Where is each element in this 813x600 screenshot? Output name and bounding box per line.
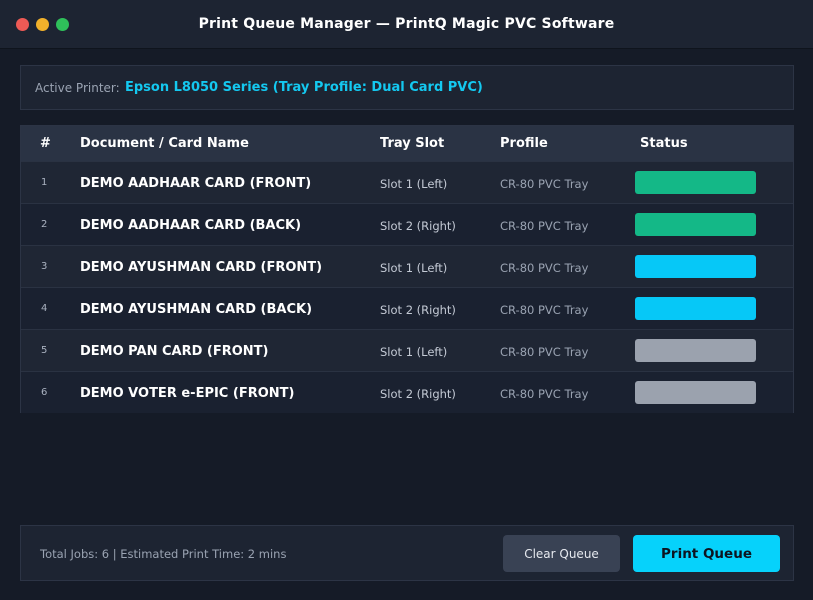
column-header-name: Document / Card Name [80, 136, 249, 151]
tray-slot: Slot 2 (Right) [380, 303, 456, 317]
row-number: 6 [41, 387, 48, 398]
profile: CR-80 PVC Tray [500, 303, 589, 317]
status-indicator [635, 381, 756, 404]
table-row[interactable]: 5 DEMO PAN CARD (FRONT) Slot 1 (Left) CR… [21, 329, 793, 371]
table-row[interactable]: 1 DEMO AADHAAR CARD (FRONT) Slot 1 (Left… [21, 161, 793, 203]
tray-slot: Slot 1 (Left) [380, 261, 448, 275]
row-number: 1 [41, 177, 48, 188]
tray-slot: Slot 1 (Left) [380, 177, 448, 191]
status-indicator [635, 339, 756, 362]
column-header-status: Status [640, 136, 688, 151]
print-queue-table: # Document / Card Name Tray Slot Profile… [20, 125, 794, 413]
column-header-profile: Profile [500, 136, 548, 151]
status-indicator [635, 171, 756, 194]
table-row[interactable]: 6 DEMO VOTER e-EPIC (FRONT) Slot 2 (Righ… [21, 371, 793, 413]
column-header-tray-slot: Tray Slot [380, 136, 445, 151]
window-title: Print Queue Manager — PrintQ Magic PVC S… [198, 16, 615, 32]
active-printer-bar: Active Printer: Epson L8050 Series (Tray… [20, 65, 794, 110]
document-name: DEMO AYUSHMAN CARD (BACK) [80, 302, 313, 317]
tray-slot: Slot 2 (Right) [380, 387, 456, 401]
column-header-number: # [40, 136, 51, 151]
row-number: 5 [41, 345, 48, 356]
document-name: DEMO VOTER e-EPIC (FRONT) [80, 386, 295, 401]
tray-slot: Slot 1 (Left) [380, 345, 448, 359]
title-bar: Print Queue Manager — PrintQ Magic PVC S… [0, 0, 813, 49]
row-number: 2 [41, 219, 48, 230]
document-name: DEMO PAN CARD (FRONT) [80, 344, 269, 359]
profile: CR-80 PVC Tray [500, 345, 589, 359]
queue-footer: Total Jobs: 6 | Estimated Print Time: 2 … [20, 525, 794, 581]
document-name: DEMO AYUSHMAN CARD (FRONT) [80, 260, 323, 275]
row-number: 3 [41, 261, 48, 272]
status-indicator [635, 297, 756, 320]
document-name: DEMO AADHAAR CARD (FRONT) [80, 176, 312, 191]
document-name: DEMO AADHAAR CARD (BACK) [80, 218, 302, 233]
profile: CR-80 PVC Tray [500, 177, 589, 191]
clear-queue-button[interactable]: Clear Queue [503, 535, 620, 572]
profile: CR-80 PVC Tray [500, 261, 589, 275]
print-queue-button[interactable]: Print Queue [633, 535, 780, 572]
queue-summary: Total Jobs: 6 | Estimated Print Time: 2 … [40, 547, 287, 561]
active-printer-value[interactable]: Epson L8050 Series (Tray Profile: Dual C… [125, 80, 483, 95]
table-header: # Document / Card Name Tray Slot Profile… [21, 126, 793, 161]
row-number: 4 [41, 303, 48, 314]
profile: CR-80 PVC Tray [500, 219, 589, 233]
profile: CR-80 PVC Tray [500, 387, 589, 401]
tray-slot: Slot 2 (Right) [380, 219, 456, 233]
status-indicator [635, 255, 756, 278]
table-row[interactable]: 2 DEMO AADHAAR CARD (BACK) Slot 2 (Right… [21, 203, 793, 245]
table-row[interactable]: 4 DEMO AYUSHMAN CARD (BACK) Slot 2 (Righ… [21, 287, 793, 329]
status-indicator [635, 213, 756, 236]
active-printer-label: Active Printer: [35, 81, 120, 95]
table-row[interactable]: 3 DEMO AYUSHMAN CARD (FRONT) Slot 1 (Lef… [21, 245, 793, 287]
